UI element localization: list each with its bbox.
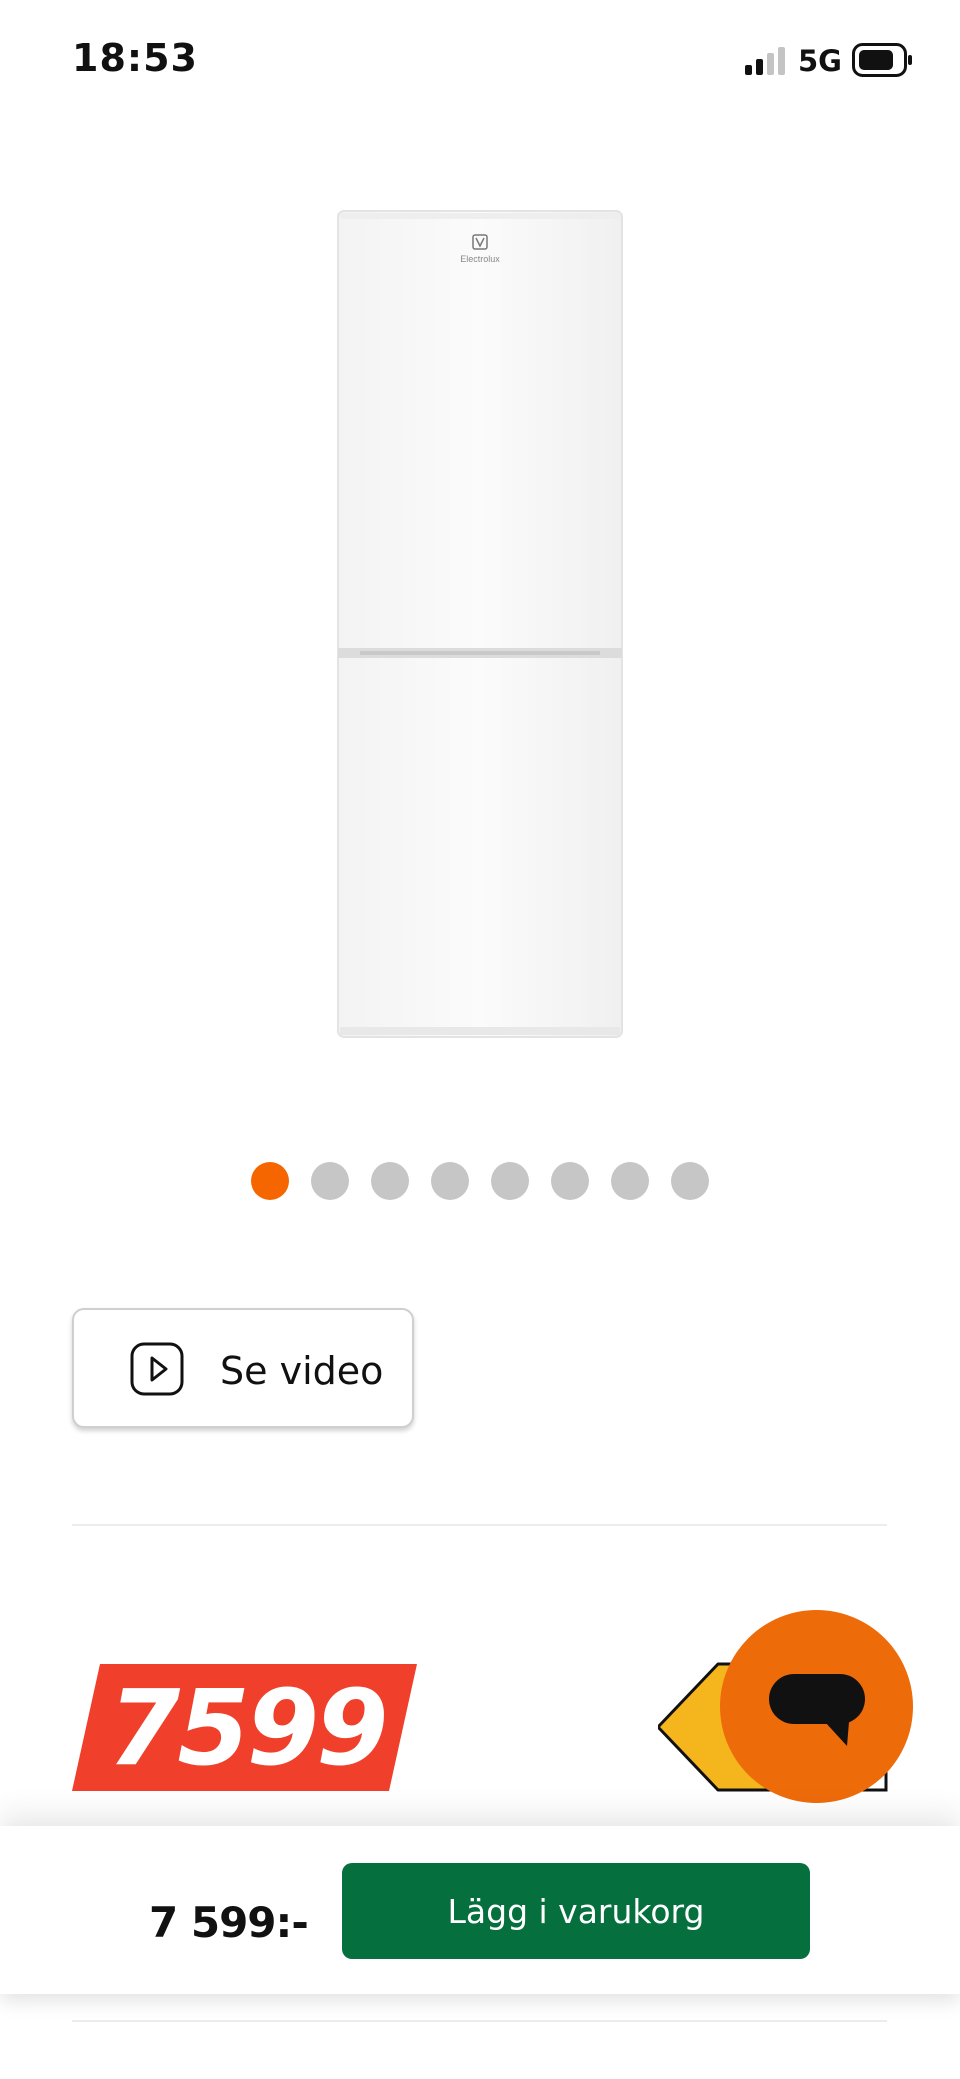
divider [72,1524,887,1526]
carousel-dot-8[interactable] [671,1162,709,1200]
video-button[interactable]: Se video [72,1308,414,1428]
bottom-price: 7 599:- [149,1898,309,1947]
price-tag: 7599 [72,1664,417,1791]
network-label: 5G [798,44,842,78]
signal-icon [745,47,785,75]
bottom-divider [72,2020,887,2022]
carousel-dot-2[interactable] [311,1162,349,1200]
price-tag-value: 7599 [108,1667,388,1789]
bottom-bar: 7 599:- Lägg i varukorg [0,1826,960,1994]
video-label: Se video [220,1349,384,1393]
play-icon [130,1342,184,1396]
status-bar: 18:53 5G [0,0,960,120]
carousel-dot-5[interactable] [491,1162,529,1200]
chat-icon [769,1674,865,1746]
chat-button[interactable] [720,1610,913,1803]
carousel-dots [251,1162,709,1200]
carousel-dot-3[interactable] [371,1162,409,1200]
carousel-dot-6[interactable] [551,1162,589,1200]
brand-text: Electrolux [460,254,500,264]
refrigerator-image[interactable]: Electrolux [330,205,630,1045]
battery-icon [852,43,912,77]
add-to-cart-button[interactable]: Lägg i varukorg [342,1863,810,1959]
carousel-dot-1[interactable] [251,1162,289,1200]
status-time: 18:53 [72,36,198,80]
carousel-dot-7[interactable] [611,1162,649,1200]
carousel-dot-4[interactable] [431,1162,469,1200]
